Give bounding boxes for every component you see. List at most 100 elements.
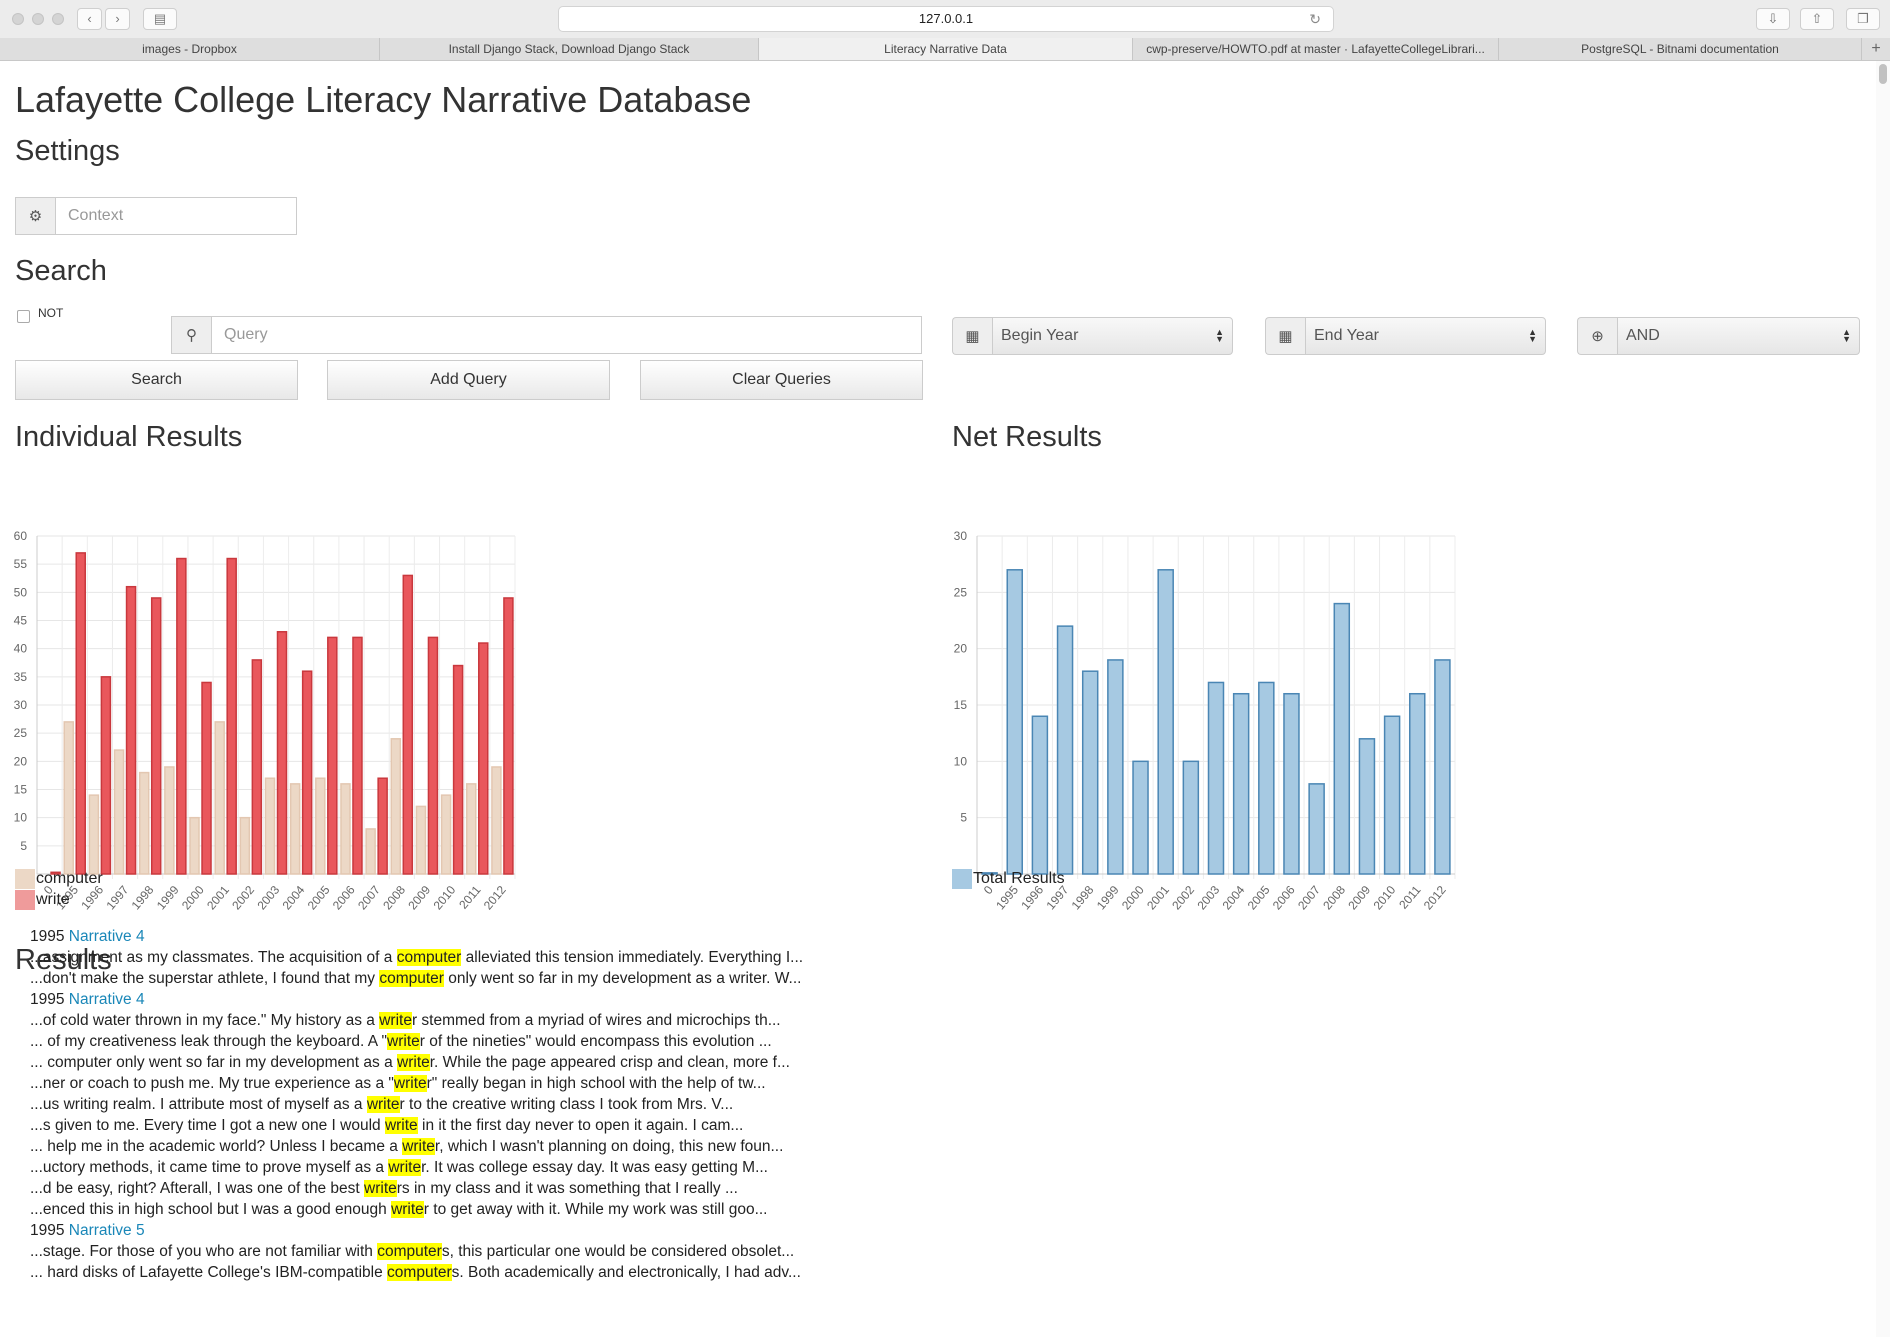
snippet-text: ...uctory methods, it came time to prove…	[30, 1159, 389, 1176]
search-term-highlight: write	[393, 1075, 427, 1092]
tab-literacy-narrative[interactable]: Literacy Narrative Data	[759, 38, 1133, 60]
bar-computer-2004	[289, 783, 301, 875]
scrollbar-thumb[interactable]	[1879, 64, 1887, 84]
snippet-text: ...us writing realm. I attribute most of…	[30, 1096, 367, 1113]
reload-icon[interactable]: ↻	[1309, 7, 1321, 31]
net-results-heading: Net Results	[952, 421, 1102, 453]
bar-total-results-2011	[1409, 692, 1426, 875]
url-text: 127.0.0.1	[918, 11, 974, 26]
context-input[interactable]: Context	[55, 197, 297, 235]
forward-icon[interactable]: ›	[105, 8, 130, 30]
legend-item-computer: computer	[15, 869, 103, 889]
operator-select[interactable]: AND ▲ ▼	[1617, 317, 1860, 355]
result-snippet: ...ner or coach to push me. My true expe…	[30, 1073, 803, 1094]
share-icon[interactable]: ⇧	[1800, 8, 1834, 30]
x-tick-label: 2000	[179, 883, 207, 913]
begin-year-select[interactable]: Begin Year ▲ ▼	[992, 317, 1233, 355]
snippet-text: ... computer only went so far in my deve…	[30, 1054, 398, 1071]
clear-queries-button[interactable]: Clear Queries	[640, 360, 923, 400]
narrative-link[interactable]: Narrative 4	[69, 928, 145, 945]
bar-total-results-2000	[1132, 760, 1149, 875]
page-scrollbar[interactable]	[1876, 61, 1890, 1337]
narrative-link[interactable]: Narrative 4	[69, 991, 145, 1008]
x-tick-label: 1998	[1069, 883, 1097, 913]
search-term-highlight: write	[388, 1159, 422, 1176]
result-snippet: ...of cold water thrown in my face." My …	[30, 1010, 803, 1031]
narrative-link[interactable]: Narrative 5	[69, 1222, 145, 1239]
bar-total-results-2009	[1358, 738, 1376, 875]
bar-write-2007	[377, 777, 388, 875]
query-input[interactable]: Query	[211, 316, 922, 354]
result-snippet: ...s given to me. Every time I got a new…	[30, 1115, 803, 1136]
y-tick-label: 25	[14, 726, 28, 740]
net-results-chart: 0510152025300199519961997199819992000200…	[954, 529, 1456, 913]
x-tick-label: 2005	[1245, 883, 1273, 913]
tabs-overview-icon[interactable]: ❐	[1846, 8, 1880, 30]
result-header: 1995 Narrative 4	[30, 989, 803, 1010]
result-year: 1995	[30, 928, 69, 945]
tab-dropbox[interactable]: images - Dropbox	[0, 38, 380, 60]
bar-write-2003	[276, 631, 288, 875]
search-term-highlight: write	[391, 1201, 424, 1218]
not-checkbox[interactable]	[17, 310, 30, 323]
sidebar-icon[interactable]: ▤	[143, 8, 177, 30]
result-snippet: ... hard disks of Lafayette College's IB…	[30, 1262, 803, 1283]
snippet-text: ... of my creativeness leak through the …	[30, 1033, 388, 1050]
query-group: ⚲ Query	[171, 316, 922, 354]
y-tick-label: 55	[14, 557, 28, 571]
x-tick-label: 2006	[1270, 883, 1298, 913]
snippet-text: ...ner or coach to push me. My true expe…	[30, 1075, 394, 1092]
bar-computer-2010	[440, 794, 452, 875]
snippet-text: rs in my class and it was something that…	[396, 1180, 738, 1197]
x-tick-label: 2003	[254, 883, 282, 913]
bar-total-results-2005	[1258, 681, 1275, 875]
bar-total-results-1995	[1006, 569, 1023, 875]
y-tick-label: 15	[14, 783, 28, 797]
results-list: 1995 Narrative 4 ...assignment as my clas…	[30, 926, 803, 1283]
snippet-text: s, this particular one would be consider…	[441, 1243, 795, 1260]
tab-postgresql[interactable]: PostgreSQL - Bitnami documentation	[1499, 38, 1862, 60]
bar-computer-1995	[63, 721, 74, 875]
snippet-text: alleviated this tension immediately. Eve…	[461, 949, 804, 966]
legend-swatch-write	[15, 890, 35, 910]
x-tick-label: 2003	[1194, 883, 1222, 913]
add-query-button[interactable]: Add Query	[327, 360, 610, 400]
x-tick-label: 2006	[330, 883, 358, 913]
snippet-text: r to the creative writing class I took f…	[399, 1096, 734, 1113]
address-bar[interactable]: 127.0.0.1 ↻	[558, 6, 1334, 32]
bar-computer-1997	[113, 749, 125, 875]
close-window-button[interactable]	[12, 13, 24, 25]
search-heading: Search	[15, 255, 107, 287]
y-tick-label: 5	[960, 811, 967, 825]
operator-group: ⊕ AND ▲ ▼	[1577, 317, 1860, 355]
tab-cwp-preserve[interactable]: cwp-preserve/HOWTO.pdf at master · Lafay…	[1133, 38, 1499, 60]
downloads-icon[interactable]: ⇩	[1756, 8, 1790, 30]
search-button[interactable]: Search	[15, 360, 298, 400]
result-snippet: ...uctory methods, it came time to prove…	[30, 1157, 803, 1178]
bar-write-2008	[402, 574, 414, 875]
minimize-window-button[interactable]	[32, 13, 44, 25]
y-tick-label: 60	[14, 529, 28, 543]
bar-write-2004	[301, 670, 313, 875]
x-tick-label: 2001	[204, 883, 232, 913]
tab-django-stack[interactable]: Install Django Stack, Download Django St…	[380, 38, 759, 60]
bar-total-results-2004	[1232, 692, 1250, 875]
snippet-text: ...don't make the superstar athlete, I f…	[30, 970, 380, 987]
zoom-window-button[interactable]	[52, 13, 64, 25]
bar-total-results-2010	[1383, 715, 1401, 875]
new-tab-button[interactable]: +	[1862, 38, 1890, 60]
context-group: ⚙ Context	[15, 197, 297, 235]
end-year-select[interactable]: End Year ▲ ▼	[1305, 317, 1546, 355]
individual-results-heading: Individual Results	[15, 421, 243, 453]
y-tick-label: 20	[14, 754, 28, 768]
x-tick-label: 2005	[305, 883, 333, 913]
snippet-text: in it the first day never to open it aga…	[417, 1117, 744, 1134]
legend-swatch-computer	[15, 869, 35, 889]
back-icon[interactable]: ‹	[77, 8, 102, 30]
x-tick-label: 2004	[1220, 883, 1248, 913]
bar-computer-2006	[340, 783, 351, 875]
search-term-highlight: computer	[396, 949, 462, 966]
snippet-text: r of the nineties" would encompass this …	[419, 1033, 772, 1050]
search-term-highlight: write	[366, 1096, 400, 1113]
result-snippet: ... computer only went so far in my deve…	[30, 1052, 803, 1073]
